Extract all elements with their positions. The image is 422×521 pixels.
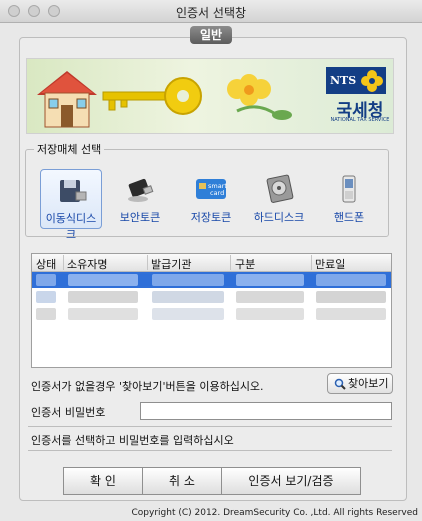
agency-name-en: NATIONAL TAX SERVICE — [330, 117, 390, 123]
column-header-owner[interactable]: 소유자명 — [67, 256, 107, 272]
divider — [28, 450, 392, 451]
nts-emblem-icon — [361, 70, 383, 92]
device-security-token[interactable]: 보안토큰 — [109, 169, 171, 229]
table-row-selected[interactable] — [32, 272, 391, 288]
flower-decoration — [227, 74, 292, 120]
house-icon — [37, 71, 97, 128]
device-smart-card[interactable]: smart card 저장토큰 — [180, 169, 242, 229]
password-label: 인증서 비밀번호 — [31, 406, 106, 419]
device-label: 보안토큰 — [119, 211, 161, 224]
view-verify-certificate-button[interactable]: 인증서 보기/검증 — [221, 467, 361, 495]
storage-media-legend: 저장매체 선택 — [37, 143, 102, 156]
tab-general[interactable]: 일반 — [190, 26, 232, 44]
column-header-issuer[interactable]: 발급기관 — [151, 256, 191, 272]
certificate-table[interactable]: 상태 소유자명 발급기관 구분 만료일 — [31, 253, 392, 368]
smart-card-icon: smart card — [196, 179, 227, 199]
security-token-icon — [128, 178, 154, 202]
device-removable-disk[interactable]: 이동식디스크 — [40, 169, 102, 241]
copyright-footer: Copyright (C) 2012. DreamSecurity Co. ,L… — [131, 508, 419, 518]
certificate-password-input[interactable] — [140, 402, 392, 420]
magnifier-icon — [334, 378, 346, 390]
removable-disk-icon — [60, 180, 87, 202]
table-row[interactable] — [32, 289, 391, 305]
device-label: 하드디스크 — [253, 211, 305, 224]
device-label: 저장토큰 — [190, 211, 232, 224]
device-mobile-phone[interactable]: 핸드폰 — [318, 169, 380, 229]
find-button-label: 찾아보기 — [348, 377, 389, 390]
key-icon — [102, 77, 202, 115]
hard-disk-icon — [266, 174, 294, 203]
window-titlebar: 인증서 선택창 — [0, 0, 422, 23]
device-label: 핸드폰 — [333, 211, 365, 224]
table-row[interactable] — [32, 306, 391, 322]
ok-button[interactable]: 확 인 — [63, 467, 143, 495]
window-title: 인증서 선택창 — [175, 6, 247, 20]
device-label: 이동식디스크 — [45, 212, 97, 241]
device-hard-disk[interactable]: 하드디스크 — [248, 169, 310, 229]
column-header-status[interactable]: 상태 — [36, 256, 56, 272]
column-header-expiry[interactable]: 만료일 — [315, 256, 345, 272]
divider — [28, 426, 392, 427]
cancel-button[interactable]: 취 소 — [142, 467, 222, 495]
svg-text:card: card — [210, 189, 224, 197]
status-message: 인증서를 선택하고 비밀번호를 입력하십시오 — [31, 434, 234, 447]
find-certificate-button[interactable]: 찾아보기 — [327, 373, 393, 394]
certificate-table-header: 상태 소유자명 발급기관 구분 만료일 — [32, 254, 391, 272]
mobile-phone-icon — [342, 175, 356, 203]
column-header-type[interactable]: 구분 — [235, 256, 255, 272]
no-certificate-hint: 인증서가 없을경우 '찾아보기'버튼을 이용하십시오. — [31, 380, 264, 393]
nts-logo-text: NTS — [330, 74, 357, 87]
